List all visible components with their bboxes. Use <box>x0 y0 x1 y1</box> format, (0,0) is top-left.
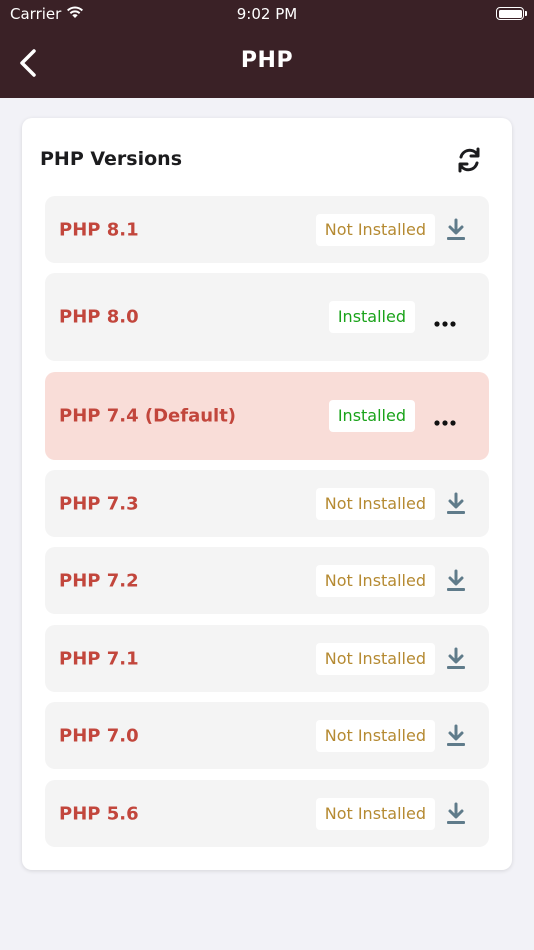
version-label: PHP 7.4 (Default) <box>59 405 237 427</box>
status-badge: Not Installed <box>315 797 435 830</box>
download-icon[interactable] <box>445 568 467 594</box>
version-label: PHP 7.2 <box>59 570 139 591</box>
version-row-php-8-1[interactable]: PHP 8.1 Not Installed <box>45 196 489 263</box>
refresh-button[interactable] <box>454 142 484 178</box>
download-icon[interactable] <box>445 491 467 517</box>
version-label: PHP 7.1 <box>59 648 139 669</box>
version-label: PHP 5.6 <box>59 803 139 824</box>
top-bar: Carrier 9:02 PM PHP <box>0 0 534 98</box>
version-row-php-7-4-default[interactable]: PHP 7.4 (Default) Installed <box>45 372 489 460</box>
version-label: PHP 7.0 <box>59 725 139 746</box>
version-label: PHP 7.3 <box>59 493 139 514</box>
download-icon[interactable] <box>445 217 467 243</box>
clock: 9:02 PM <box>236 5 298 23</box>
version-row-php-7-1[interactable]: PHP 7.1 Not Installed <box>45 625 489 692</box>
card-title: PHP Versions <box>40 148 182 170</box>
status-badge: Not Installed <box>315 719 435 752</box>
refresh-icon <box>458 147 480 173</box>
battery-icon <box>496 7 527 20</box>
more-icon[interactable] <box>433 412 457 426</box>
version-label: PHP 8.1 <box>59 219 139 240</box>
download-icon[interactable] <box>445 801 467 827</box>
php-versions-card: PHP Versions PHP 8.1 Not Installed PHP 8… <box>22 118 512 870</box>
page-title: PHP <box>240 48 294 73</box>
status-badge: Installed <box>328 400 415 432</box>
version-row-php-7-3[interactable]: PHP 7.3 Not Installed <box>45 470 489 537</box>
more-icon[interactable] <box>433 313 457 327</box>
status-badge: Not Installed <box>315 213 435 246</box>
version-row-php-7-2[interactable]: PHP 7.2 Not Installed <box>45 547 489 614</box>
status-badge: Not Installed <box>315 642 435 675</box>
version-row-php-7-0[interactable]: PHP 7.0 Not Installed <box>45 702 489 769</box>
status-badge: Installed <box>328 301 415 333</box>
version-row-php-5-6[interactable]: PHP 5.6 Not Installed <box>45 780 489 847</box>
navigation-bar: PHP <box>0 28 534 98</box>
status-bar: Carrier 9:02 PM <box>0 0 534 28</box>
download-icon[interactable] <box>445 723 467 749</box>
version-row-php-8-0[interactable]: PHP 8.0 Installed <box>45 273 489 361</box>
download-icon[interactable] <box>445 646 467 672</box>
version-label: PHP 8.0 <box>59 306 139 328</box>
status-badge: Not Installed <box>315 487 435 520</box>
status-badge: Not Installed <box>315 564 435 597</box>
